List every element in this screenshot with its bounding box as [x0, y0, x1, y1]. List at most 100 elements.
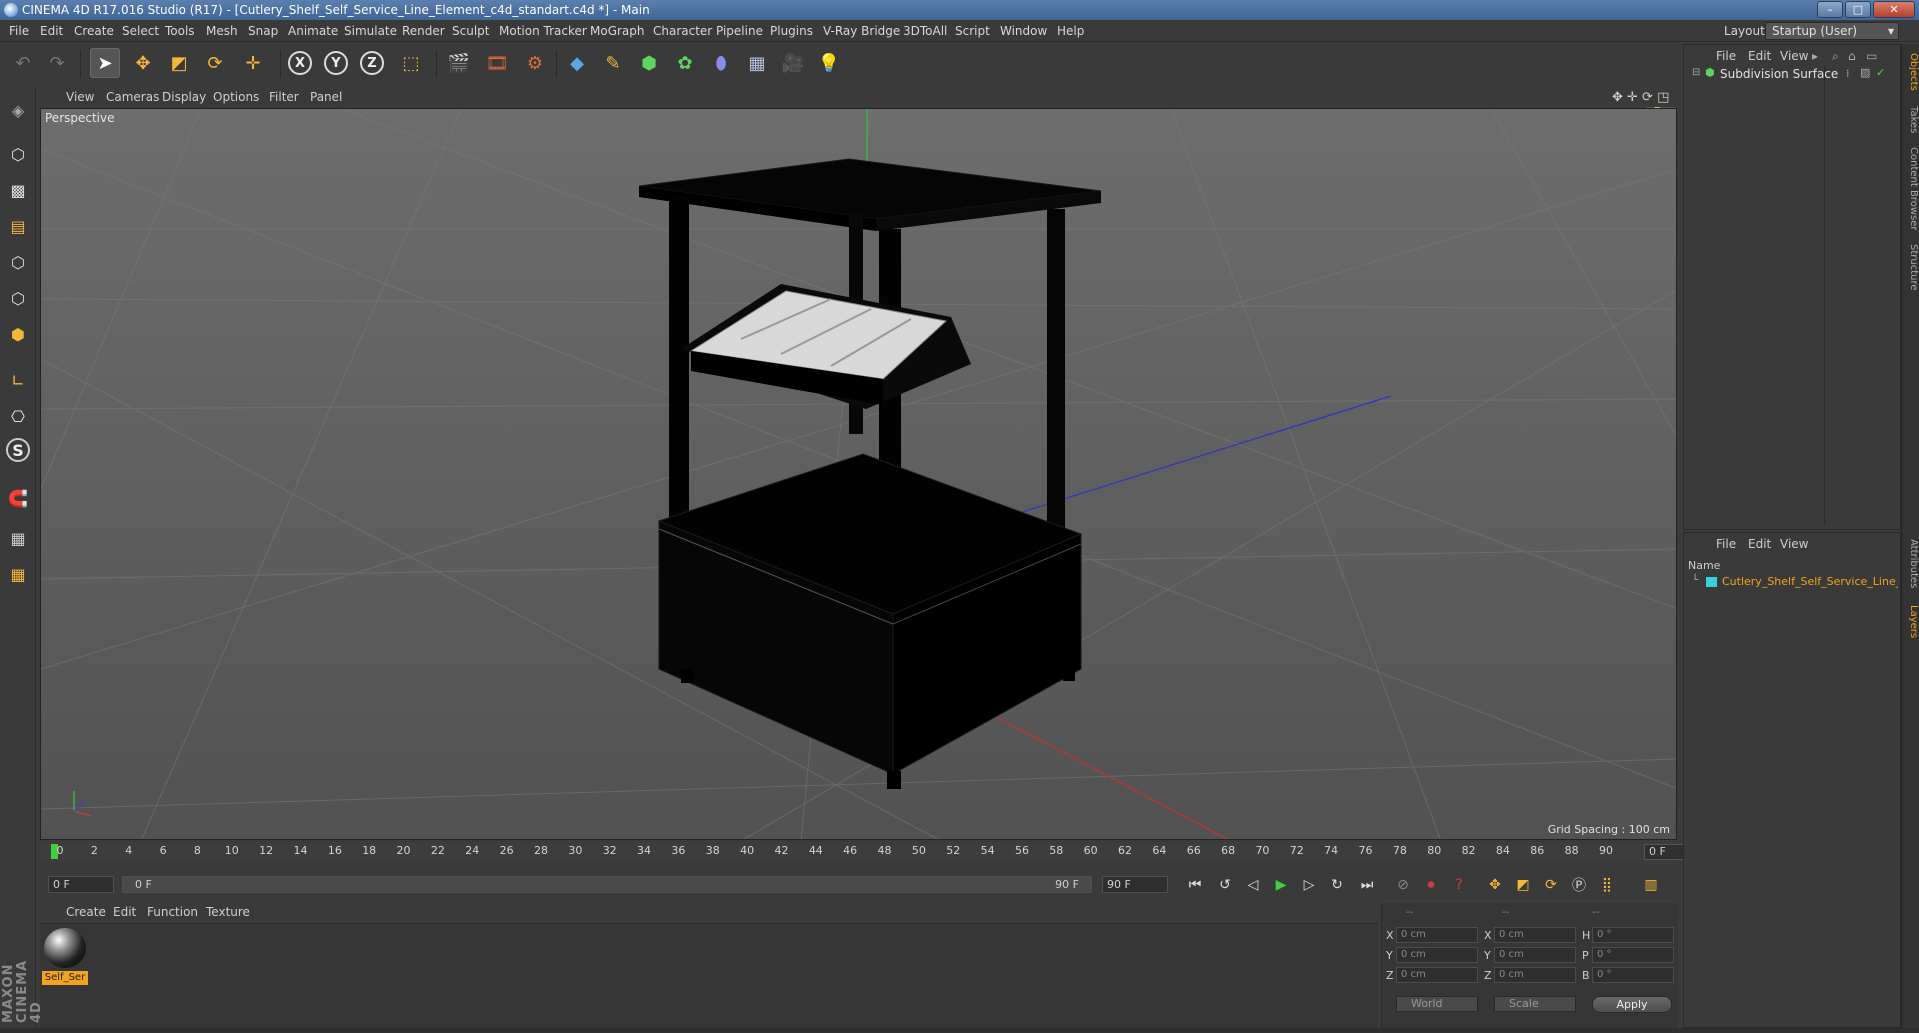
menu-file[interactable]: File	[9, 24, 29, 38]
model-mode-icon[interactable]: ⬡	[4, 140, 32, 168]
viewport-menu-panel[interactable]: Panel	[310, 90, 342, 104]
menu-render[interactable]: Render	[402, 24, 445, 38]
enabled-check-icon[interactable]: ✓	[1876, 66, 1885, 79]
make-editable-icon[interactable]: ◈	[4, 96, 32, 124]
maximize-button[interactable]: □	[1845, 1, 1871, 18]
layer-row[interactable]: └ Cutlery_Shelf_Self_Service_Line_El	[1692, 573, 1898, 591]
timeline-window-icon[interactable]: ▥	[1638, 873, 1664, 897]
keyframe-selection-icon[interactable]: ⊘	[1390, 873, 1416, 897]
menu-pipeline[interactable]: Pipeline	[716, 24, 763, 38]
key-position-icon[interactable]: ✥	[1482, 873, 1508, 897]
menu-snap[interactable]: Snap	[248, 24, 278, 38]
spline-pen-icon[interactable]: ✎	[598, 48, 628, 78]
menu-3dtoall[interactable]: 3DToAll	[903, 24, 947, 38]
tab-layers[interactable]: Layers	[1903, 600, 1919, 644]
undo-icon[interactable]: ↶	[8, 48, 38, 78]
menu-mograph[interactable]: MoGraph	[590, 24, 645, 38]
size-mode-dropdown[interactable]: Scale	[1494, 996, 1576, 1012]
object-row-subdivision-surface[interactable]: ⊟ ⬢ Subdivision Surface ⁞ ▨ ✓	[1692, 65, 1892, 83]
menu-simulate[interactable]: Simulate	[344, 24, 397, 38]
floor-scene-icon[interactable]: ▦	[742, 48, 772, 78]
size-z-field[interactable]: 0 cm	[1494, 967, 1576, 983]
key-parameter-icon[interactable]: Ⓟ	[1566, 873, 1592, 897]
coordinate-mode-dropdown[interactable]: World	[1396, 996, 1478, 1012]
size-x-field[interactable]: 0 cm	[1494, 927, 1576, 943]
menu-motion-tracker[interactable]: Motion Tracker	[499, 24, 587, 38]
tab-structure[interactable]: Structure	[1903, 240, 1919, 294]
previous-frame-icon[interactable]: ◁	[1240, 873, 1266, 897]
tab-attributes[interactable]: Attributes	[1903, 534, 1919, 594]
viewport-menu-display[interactable]: Display	[162, 90, 206, 104]
lock-workplane-icon[interactable]: ▦	[4, 524, 32, 552]
tab-takes[interactable]: Takes	[1903, 102, 1919, 138]
viewport-menu-view[interactable]: View	[66, 90, 94, 104]
menu-expand-arrow-icon[interactable]: ▸	[1812, 49, 1818, 63]
tab-content-browser[interactable]: Content Browser	[1903, 144, 1919, 234]
layer-color-swatch[interactable]	[1706, 577, 1717, 587]
viewport-nav-icons[interactable]: ✥ ✛ ⟳ ◳	[1612, 90, 1669, 105]
menu-plugins[interactable]: Plugins	[770, 24, 813, 38]
next-frame-icon[interactable]: ▷	[1296, 873, 1322, 897]
rotate-tool-icon[interactable]: ⟳	[200, 48, 230, 78]
go-to-start-icon[interactable]: ⏮	[1182, 873, 1208, 897]
magnet-icon[interactable]: 🧲	[4, 484, 32, 512]
layer-menu-view[interactable]: View	[1780, 537, 1808, 551]
x-axis-lock-button[interactable]: X	[288, 51, 312, 75]
pos-z-field[interactable]: 0 cm	[1396, 967, 1478, 983]
material-menu-function[interactable]: Function	[147, 905, 198, 919]
menu-animate[interactable]: Animate	[288, 24, 338, 38]
previous-key-icon[interactable]: ↺	[1212, 873, 1238, 897]
pos-y-field[interactable]: 0 cm	[1396, 947, 1478, 963]
material-menu-edit[interactable]: Edit	[113, 905, 136, 919]
render-settings-icon[interactable]: ⚙	[520, 48, 550, 78]
coordinate-system-icon[interactable]: ⬚	[396, 48, 426, 78]
viewport-menu-cameras[interactable]: Cameras	[106, 90, 159, 104]
redo-icon[interactable]: ↷	[42, 48, 72, 78]
object-menu-view[interactable]: View	[1780, 49, 1808, 63]
menu-mesh[interactable]: Mesh	[206, 24, 238, 38]
material-swatch[interactable]: Self_Ser	[40, 924, 92, 988]
play-icon[interactable]: ▶	[1268, 873, 1294, 897]
search-icon[interactable]: ⌕	[1832, 49, 1839, 64]
object-menu-edit[interactable]: Edit	[1748, 49, 1771, 63]
key-rotation-icon[interactable]: ⟳	[1538, 873, 1564, 897]
viewport-menu-filter[interactable]: Filter	[269, 90, 299, 104]
points-mode-icon[interactable]: ⬡	[4, 248, 32, 276]
tab-objects[interactable]: Objects	[1903, 50, 1919, 94]
live-selection-icon[interactable]: ✛	[238, 48, 268, 78]
axis-mode-icon[interactable]: ∟	[4, 366, 32, 394]
material-menu-texture[interactable]: Texture	[206, 905, 250, 919]
menu-help[interactable]: Help	[1057, 24, 1084, 38]
3d-viewport[interactable]: Perspective Grid Spacing : 100 cm	[40, 108, 1677, 840]
key-scale-icon[interactable]: ◩	[1510, 873, 1536, 897]
subdivision-generator-icon[interactable]: ⬢	[634, 48, 664, 78]
menu-script[interactable]: Script	[955, 24, 990, 38]
move-tool-icon[interactable]: ✥	[128, 48, 158, 78]
scale-tool-icon[interactable]: ◩	[164, 48, 194, 78]
edit-tag-icon[interactable]: ▨	[1860, 66, 1870, 79]
autokey-icon[interactable]: ?	[1446, 873, 1472, 897]
key-pla-icon[interactable]: ⣿	[1594, 873, 1620, 897]
material-menu-create[interactable]: Create	[66, 905, 106, 919]
go-to-end-icon[interactable]: ⏭	[1354, 873, 1380, 897]
rot-h-field[interactable]: 0 °	[1592, 927, 1674, 943]
frame-range-slider[interactable]: 0 F 90 F	[122, 876, 1092, 893]
workplane-mode-icon[interactable]: ▤	[4, 212, 32, 240]
menu-character[interactable]: Character	[653, 24, 712, 38]
array-cloner-icon[interactable]: ✿	[670, 48, 700, 78]
rot-b-field[interactable]: 0 °	[1592, 967, 1674, 983]
close-button[interactable]: ✕	[1873, 1, 1915, 18]
y-axis-lock-button[interactable]: Y	[324, 51, 348, 75]
snap-mode-icon[interactable]: S	[6, 438, 30, 462]
rot-p-field[interactable]: 0 °	[1592, 947, 1674, 963]
visibility-toggle-icon[interactable]: ⁞	[1846, 67, 1850, 80]
timeline-ruler[interactable]: 0 2 4 6 8 10 12 14 16 18 20 22 24 26 28 30 32 34 36 38 40 42 4…	[40, 842, 1710, 862]
apply-button[interactable]: Apply	[1592, 996, 1672, 1013]
menu-window[interactable]: Window	[1000, 24, 1047, 38]
viewport-menu-options[interactable]: Options	[213, 90, 259, 104]
next-key-icon[interactable]: ↻	[1324, 873, 1350, 897]
record-icon[interactable]: ⏺	[1418, 873, 1444, 897]
start-frame-field[interactable]: 0 F	[48, 876, 114, 893]
menu-edit[interactable]: Edit	[40, 24, 63, 38]
menu-create[interactable]: Create	[74, 24, 114, 38]
